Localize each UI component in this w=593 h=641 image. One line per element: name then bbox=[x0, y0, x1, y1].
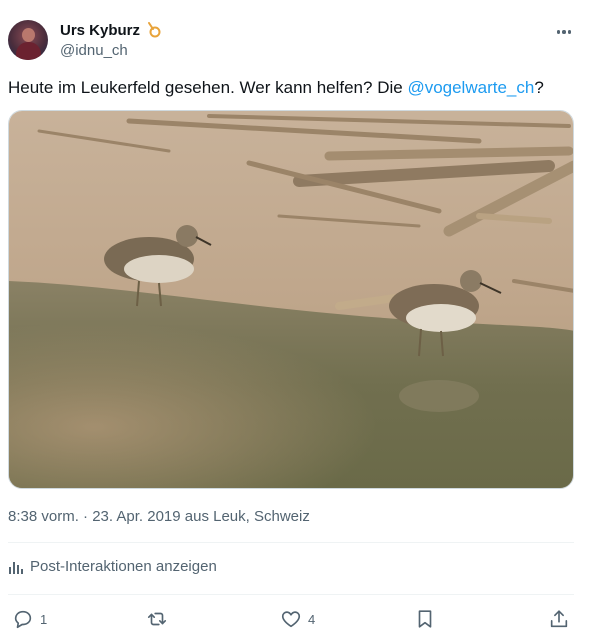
post-timestamp[interactable]: 8:38 vorm. · 23. Apr. 2019 aus Leuk, Sch… bbox=[8, 508, 310, 525]
author-name[interactable]: Urs Kyburz bbox=[60, 22, 140, 39]
action-bar: 1 4 bbox=[0, 604, 593, 634]
divider bbox=[8, 542, 574, 543]
share-icon bbox=[550, 610, 568, 628]
mention-link[interactable]: @vogelwarte_ch bbox=[407, 78, 534, 97]
author-handle[interactable]: @idnu_ch bbox=[60, 42, 128, 59]
post-text-end: ? bbox=[534, 78, 544, 97]
repost-icon bbox=[147, 612, 167, 626]
bookmark-icon bbox=[418, 610, 432, 628]
reply-button[interactable]: 1 bbox=[12, 604, 47, 634]
analytics-icon bbox=[9, 561, 23, 574]
repost-button[interactable] bbox=[146, 604, 174, 634]
author-name-row: Urs Kyburz bbox=[60, 21, 162, 39]
like-count: 4 bbox=[308, 611, 316, 627]
tweet: Urs Kyburz @idnu_ch Heute im Leukerfeld … bbox=[0, 0, 593, 641]
more-icon[interactable] bbox=[552, 22, 576, 42]
analytics-link[interactable]: Post-Interaktionen anzeigen bbox=[8, 558, 217, 575]
share-button[interactable] bbox=[548, 604, 570, 634]
avatar-body bbox=[16, 42, 41, 60]
post-text-body: Heute im Leukerfeld gesehen. Wer kann he… bbox=[8, 78, 408, 97]
like-icon bbox=[281, 611, 301, 628]
reply-count: 1 bbox=[40, 611, 48, 627]
bookmark-button[interactable] bbox=[414, 604, 436, 634]
reply-icon bbox=[14, 610, 32, 629]
analytics-label: Post-Interaktionen anzeigen bbox=[30, 558, 217, 575]
label-badge-icon bbox=[148, 22, 161, 38]
post-photo[interactable] bbox=[8, 110, 574, 489]
avatar-head bbox=[22, 28, 35, 42]
divider bbox=[8, 594, 574, 595]
avatar[interactable] bbox=[8, 20, 48, 60]
like-button[interactable]: 4 bbox=[280, 604, 315, 634]
post-text: Heute im Leukerfeld gesehen. Wer kann he… bbox=[8, 77, 544, 99]
